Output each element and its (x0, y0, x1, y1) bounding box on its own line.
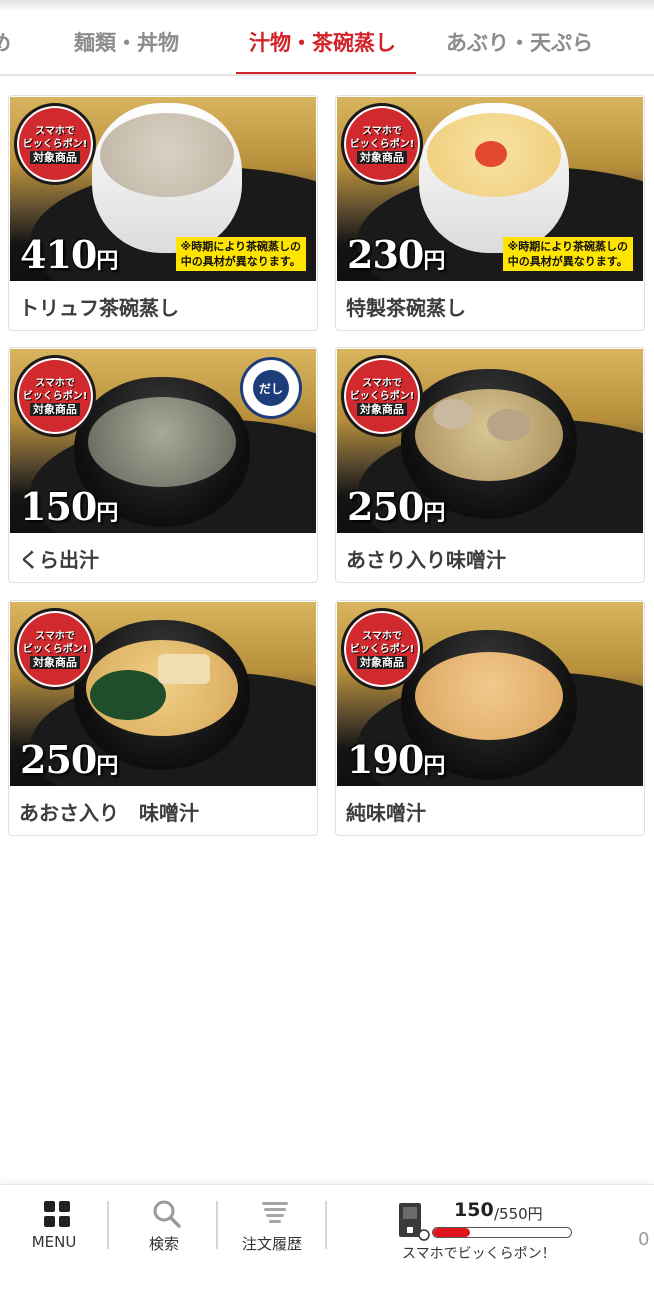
search-button[interactable]: 検索 (114, 1185, 214, 1296)
product-card-plain-miso-soup[interactable]: スマホで ビッくらポン! 対象商品 190円 純味噌汁 (335, 600, 645, 836)
search-icon (153, 1200, 181, 1228)
cart-count[interactable]: 0 (638, 1229, 649, 1250)
product-photo: スマホで ビッくらポン! 対象商品 だし 150円 (10, 349, 316, 533)
tab-soup-chawanmushi[interactable]: 汁物・茶碗蒸し (249, 12, 396, 74)
ingredient-note: ※時期により茶碗蒸しの 中の具材が異なります。 (502, 237, 633, 271)
product-photo: スマホで ビッくらポン! 対象商品 250円 (337, 349, 643, 533)
active-tab-indicator (236, 72, 416, 74)
order-history-icon (262, 1202, 288, 1223)
nav-divider (107, 1201, 109, 1249)
search-label: 検索 (148, 1235, 179, 1253)
order-history-button[interactable]: 注文履歴 (222, 1185, 322, 1296)
bikkura-progress-fill (433, 1228, 471, 1237)
bikkura-target-badge: スマホで ビッくらポン! 対象商品 (14, 608, 96, 690)
product-price: 410円 (20, 232, 118, 277)
product-name: トリュフ茶碗蒸し (19, 296, 179, 320)
product-name: くら出汁 (19, 548, 99, 572)
menu-button[interactable]: MENU (4, 1185, 104, 1296)
product-price: 190円 (347, 737, 445, 782)
bikkura-target-badge: スマホで ビッくらポン! 対象商品 (341, 355, 423, 437)
product-card-kura-dashi[interactable]: スマホで ビッくらポン! 対象商品 だし 150円 くら出汁 (8, 347, 318, 583)
product-price: 250円 (347, 484, 445, 529)
product-photo: スマホで ビッくらポン! 対象商品 ※時期により茶碗蒸しの 中の具材が異なります。 2… (337, 97, 643, 281)
tab-recommended[interactable]: め (0, 12, 11, 74)
product-price: 250円 (20, 737, 118, 782)
tab-noodles-rice-bowls[interactable]: 麺類・丼物 (74, 12, 179, 74)
grid-menu-icon (44, 1201, 72, 1229)
bikkura-target-badge: スマホで ビッくらポン! 対象商品 (14, 103, 96, 185)
nav-divider (325, 1201, 327, 1249)
menu-label: MENU (31, 1233, 77, 1251)
menu-page: め 麺類・丼物 汁物・茶碗蒸し あぶり・天ぷら スマホでビッくらポン!対象商品 … (0, 0, 654, 1296)
bikkura-target-badge: スマホで ビッくらポン! 対象商品 (341, 103, 423, 185)
product-price: 230円 (347, 232, 445, 277)
product-photo: スマホで ビッくらポン! 対象商品 ※時期により茶碗蒸しの 中の具材が異なります。 4… (10, 97, 316, 281)
top-shadow (0, 0, 654, 12)
kura-dashi-logo: だし (240, 357, 302, 419)
bikkura-target-badge: スマホで ビッくらポン! 対象商品 (341, 608, 423, 690)
bikkura-target-badge: スマホで ビッくらポン! 対象商品 (14, 355, 96, 437)
bikkura-pon-progress[interactable]: 150 /550円 スマホでビッくらポン！ (396, 1191, 596, 1291)
product-card-aosa-miso-soup[interactable]: スマホで ビッくらポン! 対象商品 250円 あおさ入り 味噌汁 (8, 600, 318, 836)
product-name: あさり入り味噌汁 (346, 548, 506, 572)
product-card-special-chawanmushi[interactable]: スマホで ビッくらポン! 対象商品 ※時期により茶碗蒸しの 中の具材が異なります。 2… (335, 95, 645, 331)
product-photo: スマホで ビッくらポン! 対象商品 190円 (337, 602, 643, 786)
gacha-machine-icon (399, 1203, 430, 1241)
bikkura-current-count: 150 (454, 1199, 494, 1221)
bottom-navigation-bar: MENU 検索 注文履歴 150 /550円 スマホでビッくらポン！ 0 (0, 1184, 654, 1296)
product-card-truffle-chawanmushi[interactable]: スマホで ビッくらポン! 対象商品 ※時期により茶碗蒸しの 中の具材が異なります。 4… (8, 95, 318, 331)
nav-divider (216, 1201, 218, 1249)
product-name: 純味噌汁 (346, 801, 426, 825)
ingredient-note: ※時期により茶碗蒸しの 中の具材が異なります。 (175, 237, 306, 271)
product-price: 150円 (20, 484, 118, 529)
product-name: あおさ入り 味噌汁 (19, 801, 199, 825)
product-card-asari-miso-soup[interactable]: スマホで ビッくらポン! 対象商品 250円 あさり入り味噌汁 (335, 347, 645, 583)
product-photo: スマホで ビッくらポン! 対象商品 250円 (10, 602, 316, 786)
product-name: 特製茶碗蒸し (346, 296, 466, 320)
category-tabs: め 麺類・丼物 汁物・茶碗蒸し あぶり・天ぷら (0, 12, 654, 76)
bikkura-label: スマホでビッくらポン！ (402, 1246, 556, 1262)
order-history-label: 注文履歴 (241, 1235, 302, 1253)
tab-aburi-tempura[interactable]: あぶり・天ぷら (446, 12, 593, 74)
bikkura-progress-bar (432, 1227, 572, 1238)
bikkura-target-total: /550円 (494, 1205, 543, 1223)
